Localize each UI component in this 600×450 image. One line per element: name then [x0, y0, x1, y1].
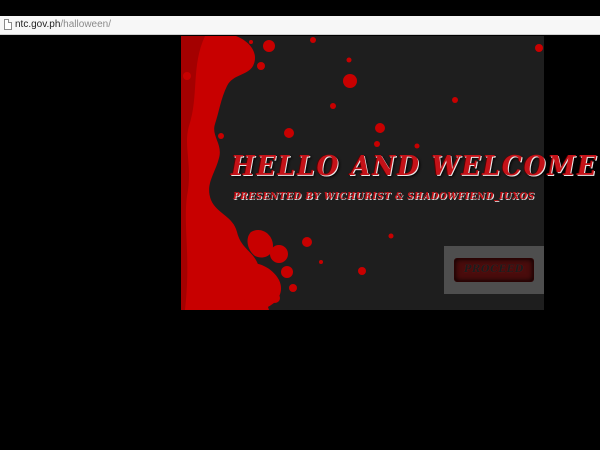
address-bar[interactable]: ntc.gov.ph/halloween/ — [0, 16, 600, 35]
window-controls-area — [510, 0, 600, 16]
welcome-heading: HELLO AND WELCOME — [231, 151, 599, 182]
url-host: ntc.gov.ph — [15, 19, 61, 30]
browser-tab-strip — [0, 0, 600, 16]
url-path: /halloween/ — [60, 19, 111, 30]
proceed-button-label: PROCEED — [464, 264, 524, 275]
page-icon — [4, 19, 12, 30]
url-text[interactable]: ntc.gov.ph/halloween/ — [15, 18, 111, 32]
presenter-credit: PRESENTED BY WICHURIST & SHADOWFIEND_IUX… — [233, 191, 535, 202]
proceed-button[interactable]: PROCEED — [454, 258, 534, 282]
